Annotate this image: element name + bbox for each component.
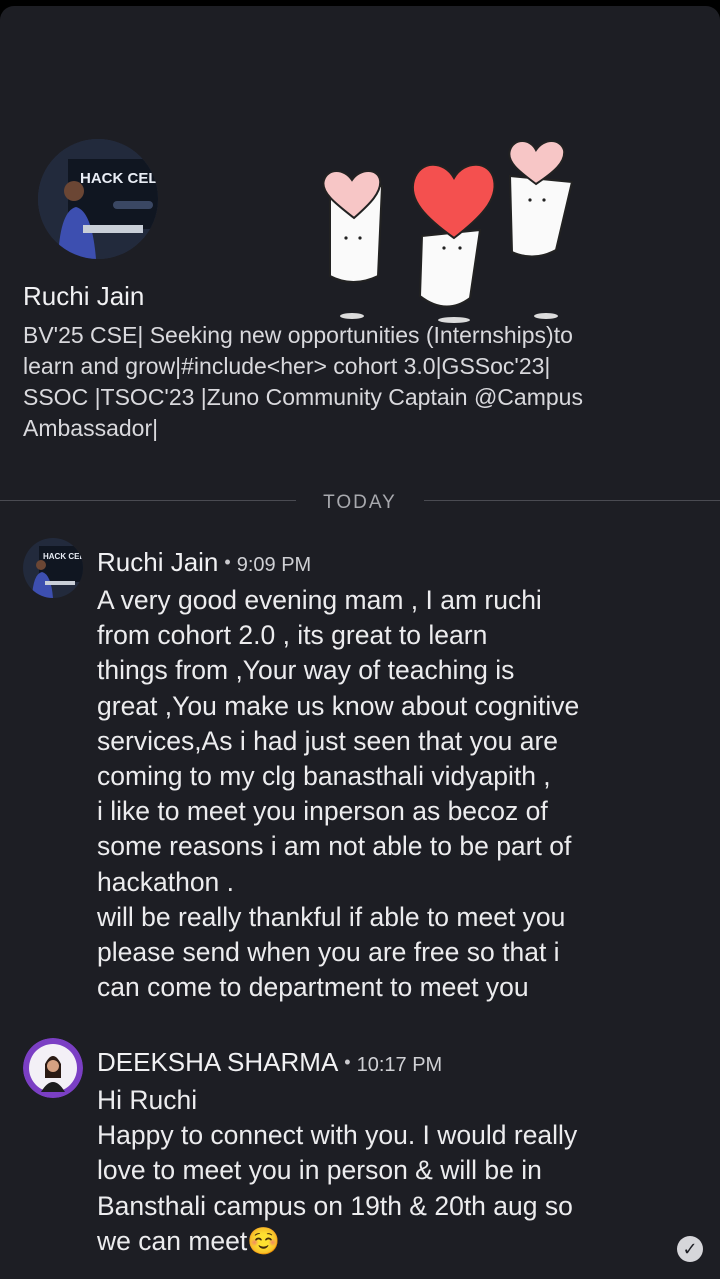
message-line: Happy to connect with you. I would reall… (97, 1120, 578, 1151)
message-body: Hi Ruchi Happy to connect with you. I wo… (97, 1083, 707, 1259)
sender-avatar-text: HACK CELE (43, 552, 83, 561)
sender-avatar[interactable]: HACK CELE (23, 538, 83, 598)
divider-line-right (424, 500, 720, 501)
heart-sticker-middle (411, 163, 496, 323)
message-line: Hi Ruchi (97, 1085, 198, 1115)
message-line: things from ,Your way of teaching is (97, 655, 515, 686)
message-line: love to meet you in person & will be in (97, 1155, 542, 1186)
message-line: hackathon . (97, 866, 235, 897)
message-line: we can meet☺️ (97, 1225, 281, 1256)
profile-name: Ruchi Jain (23, 281, 145, 311)
sender-avatar[interactable] (23, 1038, 83, 1098)
message-header: Ruchi Jain • 9:09 PM (97, 547, 311, 578)
separator-dot: • (344, 1052, 351, 1072)
message-line: some reasons i am not able to be part of (97, 831, 572, 862)
divider-line-left (0, 500, 296, 501)
message-line: great ,You make us know about cognitive (97, 690, 580, 721)
sender-avatar-image: HACK CELE (23, 538, 83, 598)
chat-screen: HACK CELE Ruchi Jain BV'25 CSE| Seeking … (0, 6, 720, 1279)
sender-avatar-image (23, 1038, 83, 1098)
message-header: DEEKSHA SHARMA • 10:17 PM (97, 1047, 442, 1078)
sender-name[interactable]: Ruchi Jain (97, 547, 218, 577)
profile-bio-line: Ambassador| (23, 415, 159, 441)
message-time: 10:17 PM (356, 1054, 443, 1076)
message-time: 9:09 PM (236, 554, 312, 576)
heart-sticker-right (508, 140, 574, 319)
sent-check-icon: ✓ (677, 1236, 703, 1262)
profile-avatar-image: HACK CELE (38, 139, 158, 259)
message-line: will be really thankful if able to meet … (97, 901, 566, 932)
heart-sticker-left (322, 170, 384, 319)
message-line: services,As i had just seen that you are (97, 725, 559, 756)
message-line: Bansthali campus on 19th & 20th aug so (97, 1190, 573, 1221)
heart-sticker (322, 140, 574, 323)
message-line: coming to my clg banasthali vidyapith , (97, 761, 551, 792)
profile-bio-line: learn and grow|#include<her> cohort 3.0|… (23, 353, 551, 379)
profile-bio-line: SSOC |TSOC'23 |Zuno Community Captain @C… (23, 384, 583, 410)
message-body: A very good evening mam , I am ruchi fro… (97, 583, 707, 1005)
profile-bio: BV'25 CSE| Seeking new opportunities (In… (23, 320, 673, 444)
separator-dot: • (224, 552, 231, 572)
message-line: from cohort 2.0 , its great to learn (97, 620, 488, 651)
date-divider-label: TODAY (323, 492, 397, 513)
message-line: please send when you are free so that i (97, 937, 560, 968)
profile-avatar-text: HACK CELE (80, 170, 158, 187)
message-line: A very good evening mam , I am ruchi (97, 585, 542, 615)
sender-name[interactable]: DEEKSHA SHARMA (97, 1047, 338, 1077)
profile-avatar[interactable]: HACK CELE (38, 139, 158, 259)
message-line: can come to department to meet you (97, 972, 529, 1003)
message-line: i like to meet you inperson as becoz of (97, 796, 548, 827)
